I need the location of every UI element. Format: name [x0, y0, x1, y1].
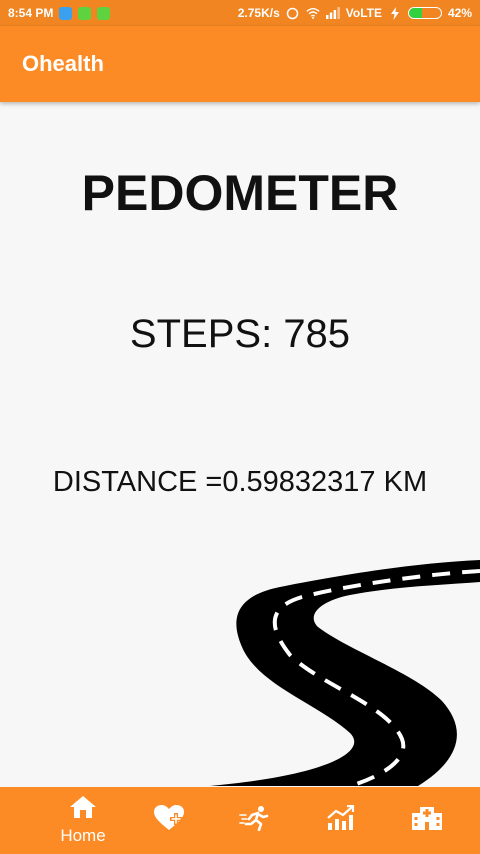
nav-health[interactable]	[126, 787, 212, 854]
network-type: VoLTE	[345, 6, 382, 20]
app-notification-icon	[97, 6, 111, 20]
distance-value: 0.59832317	[222, 466, 376, 498]
home-icon	[69, 795, 97, 824]
road-illustration	[210, 560, 480, 786]
steps-value: 785	[283, 312, 351, 356]
status-bar: 8:54 PM 2.75K/s VoLTE 42%	[0, 0, 480, 26]
usb-notification-icon	[59, 6, 73, 20]
nav-home[interactable]: Home	[40, 787, 126, 854]
status-time: 8:54 PM	[8, 6, 54, 20]
distance-readout: DISTANCE =0.59832317 KM	[0, 466, 480, 499]
nav-activity[interactable]	[212, 787, 298, 854]
hospital-icon	[411, 805, 443, 836]
page-title: PEDOMETER	[81, 165, 399, 221]
app-bar: Ohealth	[0, 26, 480, 102]
running-icon	[239, 805, 271, 836]
distance-label: DISTANCE =	[52, 466, 223, 498]
alarm-icon	[286, 6, 300, 20]
nav-stats[interactable]	[298, 787, 384, 854]
signal-icon	[325, 6, 340, 20]
bottom-navigation: Home	[0, 787, 480, 854]
wifi-icon	[306, 6, 320, 20]
app-title: Ohealth	[22, 51, 104, 76]
network-speed: 2.75K/s	[237, 6, 280, 20]
battery-percent: 42%	[447, 6, 472, 20]
battery-icon	[407, 7, 442, 19]
nav-home-label: Home	[60, 826, 106, 845]
android-notification-icon	[78, 6, 92, 20]
steps-label: STEPS:	[129, 312, 273, 356]
distance-unit: KM	[383, 466, 428, 498]
trending-chart-icon	[325, 804, 357, 836]
steps-readout: STEPS: 785	[0, 312, 480, 357]
heart-plus-icon	[153, 804, 185, 837]
nav-hospital[interactable]	[384, 787, 470, 854]
charging-icon	[388, 6, 402, 20]
